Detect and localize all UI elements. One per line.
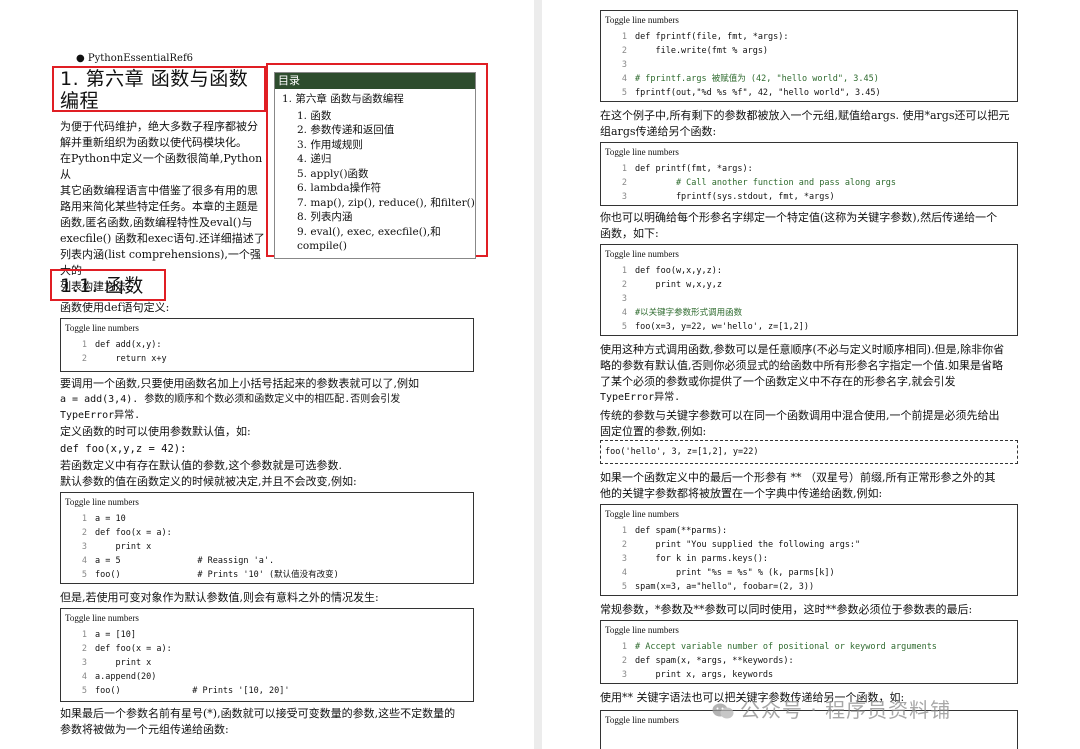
code-block: Toggle line numbers 1a = [10] 2 def foo(x… bbox=[60, 608, 474, 702]
code-line: 2 def foo(x = a): bbox=[81, 644, 172, 654]
code-line: 3 bbox=[621, 294, 627, 304]
paragraph: 要调用一个函数,只要使用函数名加上小括号括起来的参数表就可以了,例如 a = a… bbox=[60, 377, 419, 421]
toc-link[interactable]: 5. apply()函数 bbox=[297, 167, 475, 182]
code-line: 3 print x bbox=[81, 542, 152, 552]
code-line: 2 def foo(x = a): bbox=[81, 528, 172, 538]
code-line: 2 file.write(fmt % args) bbox=[621, 46, 769, 56]
code-line: 3 print x bbox=[81, 658, 152, 668]
code-line: 2 print w,x,y,z bbox=[621, 280, 722, 290]
paragraph: 如果最后一个参数名前有星号(*),函数就可以接受可变数量的参数,这些不定数量的 … bbox=[60, 707, 456, 736]
code-line: 4 a.append(20) bbox=[81, 672, 157, 682]
code-line: 4 # fprintf.args 被赋值为 (42, "hello world",… bbox=[621, 74, 879, 84]
code-line: 1a = [10] bbox=[81, 630, 136, 640]
left-page: ● PythonEssentialRef6 1. 第六章 函数与函数 编程 为便… bbox=[0, 0, 534, 749]
code-line: 5 foo() # Prints '10' (默认值没有改变) bbox=[81, 570, 339, 580]
code-block: Toggle line numbers 1a = 10 2 def foo(x =… bbox=[60, 492, 474, 584]
code-line: 4a = 5 # Reassign 'a'. bbox=[81, 556, 275, 566]
toggle-line-numbers-link[interactable]: Toggle line numbers bbox=[605, 508, 1017, 520]
toc-link[interactable]: 1. 函数 bbox=[297, 109, 475, 124]
toggle-line-numbers-link[interactable]: Toggle line numbers bbox=[605, 624, 1017, 636]
code-line: 2 return x+y bbox=[81, 354, 167, 364]
code-line: 3 fprintf(sys.stdout, fmt, *args) bbox=[621, 192, 835, 202]
toggle-line-numbers-link[interactable]: Toggle line numbers bbox=[605, 14, 1017, 26]
wechat-icon bbox=[712, 701, 734, 719]
toc-link[interactable]: 6. lambda操作符 bbox=[297, 181, 475, 196]
code-line: 5 fprintf(out,"%d %s %f", 42, "hello worl… bbox=[621, 88, 881, 98]
toc-link[interactable]: 9. eval(), exec, execfile(),和compile() bbox=[297, 225, 475, 254]
code-line: 5 foo() # Prints '[10, 20]' bbox=[81, 686, 290, 696]
chapter-title: 1. 第六章 函数与函数 编程 bbox=[60, 68, 249, 112]
section-title: 1.1. 函数 bbox=[60, 275, 144, 297]
code-line: 4 #以关键字参数形式调用函数 bbox=[621, 308, 743, 318]
paragraph: 默认参数的值在函数定义的时候就被决定,并且不会改变,例如: bbox=[60, 475, 357, 488]
code-line: 3 for k in parms.keys(): bbox=[621, 554, 769, 564]
code-line: 4 print "%s = %s" % (k, parms[k]) bbox=[621, 568, 835, 578]
code-line: 1 def add(x,y): bbox=[81, 340, 162, 350]
toc-title: 目录 bbox=[275, 73, 475, 89]
toggle-line-numbers-link[interactable]: Toggle line numbers bbox=[65, 496, 473, 508]
toc-root-link[interactable]: 1. 第六章 函数与函数编程 bbox=[275, 89, 475, 109]
paragraph: 函数使用def语句定义: bbox=[60, 301, 170, 314]
inline-code: def foo(x,y,z = 42): bbox=[60, 443, 187, 455]
toggle-line-numbers-link[interactable]: Toggle line numbers bbox=[605, 248, 1017, 260]
code-block: Toggle line numbers 1 def printf(fmt, *ar… bbox=[600, 142, 1018, 206]
toggle-line-numbers-link[interactable]: Toggle line numbers bbox=[65, 322, 473, 334]
toc-link[interactable]: 8. 列表内涵 bbox=[297, 210, 475, 225]
paragraph: 传统的参数与关键字参数可以在同一个函数调用中混合使用,一个前提是必须先给出 固定… bbox=[600, 409, 1000, 438]
paragraph: 定义函数的时可以使用参数默认值，如: bbox=[60, 425, 251, 438]
code-line: 2 def spam(x, *args, **keywords): bbox=[621, 656, 794, 666]
toc-link[interactable]: 7. map(), zip(), reduce(), 和filter() bbox=[297, 196, 475, 211]
paragraph: 若函数定义中有存在默认值的参数,这个参数就是可选参数. bbox=[60, 459, 342, 472]
paragraph: 如果一个函数定义中的最后一个形参有 ** （双星号）前缀,所有正常形参之外的其 … bbox=[600, 471, 996, 500]
code-line: 1 def printf(fmt, *args): bbox=[621, 164, 753, 174]
toc-link[interactable]: 3. 作用域规则 bbox=[297, 138, 475, 153]
watermark: 公众号 · 程序员资料铺 bbox=[712, 694, 951, 723]
toggle-line-numbers-link[interactable]: Toggle line numbers bbox=[65, 612, 473, 624]
code-line: 3 bbox=[621, 60, 627, 70]
paragraph: 使用这种方式调用函数,参数可以是任意顺序(不必与定义时顺序相同).但是,除非你省… bbox=[600, 343, 1005, 403]
code-line: 2 print "You supplied the following args… bbox=[621, 540, 861, 550]
code-block: Toggle line numbers 1 def spam(**parms): … bbox=[600, 504, 1018, 596]
paragraph: 但是,若使用可变对象作为默认参数值,则会有意料之外的情况发生: bbox=[60, 591, 379, 604]
bullet-item: ● PythonEssentialRef6 bbox=[76, 53, 194, 64]
code-line: 3 print x, args, keywords bbox=[621, 670, 774, 680]
code-line: 1 def foo(w,x,y,z): bbox=[621, 266, 722, 276]
code-line: 5 foo(x=3, y=22, w='hello', z=[1,2]) bbox=[621, 322, 809, 332]
toggle-line-numbers-link[interactable]: Toggle line numbers bbox=[605, 146, 1017, 158]
code-block: Toggle line numbers 1 def add(x,y): 2 ret… bbox=[60, 318, 474, 372]
table-of-contents: 目录 1. 第六章 函数与函数编程 1. 函数 2. 参数传递和返回值 3. 作… bbox=[274, 72, 476, 259]
code-block: Toggle line numbers 1 def foo(w,x,y,z): 2… bbox=[600, 244, 1018, 336]
toc-link[interactable]: 4. 递归 bbox=[297, 152, 475, 167]
code-block: Toggle line numbers 1 def fprintf(file, f… bbox=[600, 10, 1018, 102]
code-line: 5 spam(x=3, a="hello", foobar=(2, 3)) bbox=[621, 582, 815, 592]
right-page: Toggle line numbers 1 def fprintf(file, f… bbox=[542, 0, 1080, 749]
paragraph: 你也可以明确给每个形参名字绑定一个特定值(这称为关键字参数),然后传递给一个 函… bbox=[600, 211, 998, 240]
code-line: 1 def spam(**parms): bbox=[621, 526, 728, 536]
paragraph: 常规参数，*参数及**参数可以同时使用，这时**参数必须位于参数表的最后: bbox=[600, 603, 973, 616]
code-line: 2 # Call another function and pass along… bbox=[621, 178, 896, 188]
code-block: Toggle line numbers 1 # Accept variable n… bbox=[600, 620, 1018, 684]
code-line: 1a = 10 bbox=[81, 514, 126, 524]
code-line: 1 # Accept variable number of positional … bbox=[621, 642, 937, 652]
paragraph: 在这个例子中,所有剩下的参数都被放入一个元组,赋值给args. 使用*args还… bbox=[600, 109, 1010, 138]
toc-link[interactable]: 2. 参数传递和返回值 bbox=[297, 123, 475, 138]
code-line: 1 def fprintf(file, fmt, *args): bbox=[621, 32, 789, 42]
inline-code-block: foo('hello', 3, z=[1,2], y=22) bbox=[600, 440, 1018, 464]
